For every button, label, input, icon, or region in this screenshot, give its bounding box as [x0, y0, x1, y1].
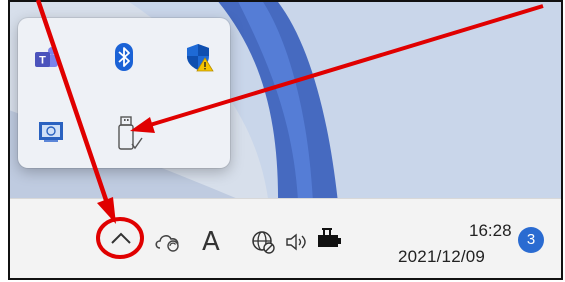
volume-icon[interactable] — [285, 232, 309, 257]
usb-drive-icon[interactable] — [116, 116, 144, 150]
windows-security-warning-icon[interactable] — [184, 42, 214, 72]
ime-font-icon[interactable]: A — [202, 227, 220, 257]
screenshot-frame: T A 16:28 2021/12/09 3 — [8, 0, 563, 280]
onedrive-sync-icon[interactable] — [153, 230, 183, 257]
network-icon[interactable] — [250, 229, 276, 260]
bluetooth-icon[interactable] — [110, 42, 138, 71]
clock-time[interactable]: 16:28 — [469, 221, 512, 241]
teams-icon[interactable]: T — [32, 44, 60, 72]
battery-charging-icon[interactable] — [316, 227, 346, 258]
notification-count-badge[interactable]: 3 — [518, 227, 544, 253]
show-hidden-icons-chevron[interactable] — [109, 230, 133, 251]
hidden-icons-flyout: T — [18, 18, 230, 168]
svg-text:T: T — [39, 55, 46, 67]
display-icon[interactable] — [38, 120, 66, 148]
clock-date[interactable]: 2021/12/09 — [398, 247, 485, 267]
